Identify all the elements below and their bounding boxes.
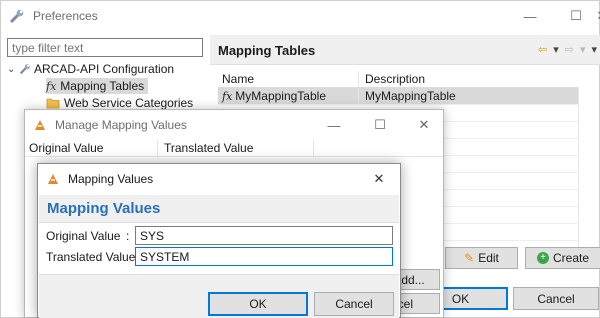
column-header-name[interactable]: Name <box>218 71 359 87</box>
table-header-row: Name Description <box>218 71 578 88</box>
tree-item-arcad-api-configuration[interactable]: ⌄ ARCAD-API Configuration <box>7 61 174 77</box>
create-button-label: Create <box>552 251 590 265</box>
forward-arrow-icon[interactable]: ⇨ <box>565 43 574 56</box>
tree-item-mapping-tables[interactable]: fx Mapping Tables <box>46 78 149 94</box>
view-menu-icon[interactable]: ▾ <box>591 43 597 56</box>
manage-window-title: Manage Mapping Values <box>55 118 187 132</box>
cancel-button[interactable]: Cancel <box>513 287 599 310</box>
close-icon[interactable]: ✕ <box>356 164 402 194</box>
translated-value-input[interactable] <box>135 247 393 266</box>
filter-input[interactable] <box>7 38 203 57</box>
column-header-translated-value[interactable]: Translated Value <box>158 140 314 156</box>
original-value-colon: : <box>126 229 130 243</box>
pencil-icon: ✎ <box>464 251 475 265</box>
cancel-button[interactable]: Cancel <box>314 292 394 316</box>
window-title: Preferences <box>33 9 98 23</box>
chevron-down-icon[interactable]: ⌄ <box>7 64 19 75</box>
fx-icon: fx <box>46 79 57 93</box>
table-cell-name: fx MyMappingTable <box>218 88 359 104</box>
mapping-icon <box>46 172 60 186</box>
edit-button[interactable]: ✎ Edit <box>445 247 518 269</box>
mapping-values-dialog: Mapping Values ✕ Mapping Values Original… <box>37 163 401 318</box>
folder-icon <box>46 97 60 109</box>
section-header: Mapping Tables ⇦ ▾ ⇨ ▾ ▾ <box>210 35 600 65</box>
dialog-banner-title: Mapping Values <box>47 200 161 217</box>
column-header-original-value[interactable]: Original Value <box>25 140 158 156</box>
back-arrow-icon[interactable]: ⇦ <box>538 43 547 56</box>
edit-button-label: Edit <box>478 251 499 265</box>
tree-item-label: Web Service Categories <box>64 96 194 110</box>
wrench-icon <box>19 63 31 75</box>
table-row[interactable]: fx MyMappingTable MyMappingTable <box>218 88 578 105</box>
mapping-icon <box>33 118 47 132</box>
minimize-button[interactable]: — <box>311 110 357 140</box>
maximize-button[interactable]: ☐ <box>357 110 403 140</box>
close-button[interactable]: ✕ <box>579 1 600 31</box>
back-dropdown-icon[interactable]: ▾ <box>553 43 559 56</box>
column-header-description[interactable]: Description <box>359 71 578 87</box>
column-divider <box>578 87 579 247</box>
dialog-titlebar: Mapping Values <box>38 164 400 194</box>
translated-value-label: Translated Value : <box>46 250 143 264</box>
fx-icon: fx <box>222 89 233 103</box>
create-button[interactable]: + Create <box>525 247 600 269</box>
original-value-input[interactable] <box>135 226 393 245</box>
close-button[interactable]: ✕ <box>401 110 447 140</box>
tree-item-label: ARCAD-API Configuration <box>34 62 175 76</box>
tree-item-label: Mapping Tables <box>60 79 145 93</box>
table-cell-name-text: MyMappingTable <box>235 89 326 103</box>
add-circle-icon: + <box>536 252 549 264</box>
wrench-icon <box>9 8 25 24</box>
original-value-label: Original Value <box>46 229 121 243</box>
section-title: Mapping Tables <box>218 43 316 58</box>
mapping-values-table-header: Original Value Translated Value <box>25 140 443 157</box>
forward-dropdown-icon[interactable]: ▾ <box>580 43 586 56</box>
ok-button[interactable]: OK <box>208 292 308 316</box>
dialog-title: Mapping Values <box>68 172 154 186</box>
navigation-buttons: ⇦ ▾ ⇨ ▾ ▾ <box>538 43 597 56</box>
table-cell-description: MyMappingTable <box>365 89 456 103</box>
minimize-button[interactable]: — <box>507 1 553 31</box>
dialog-banner: Mapping Values <box>39 195 399 223</box>
